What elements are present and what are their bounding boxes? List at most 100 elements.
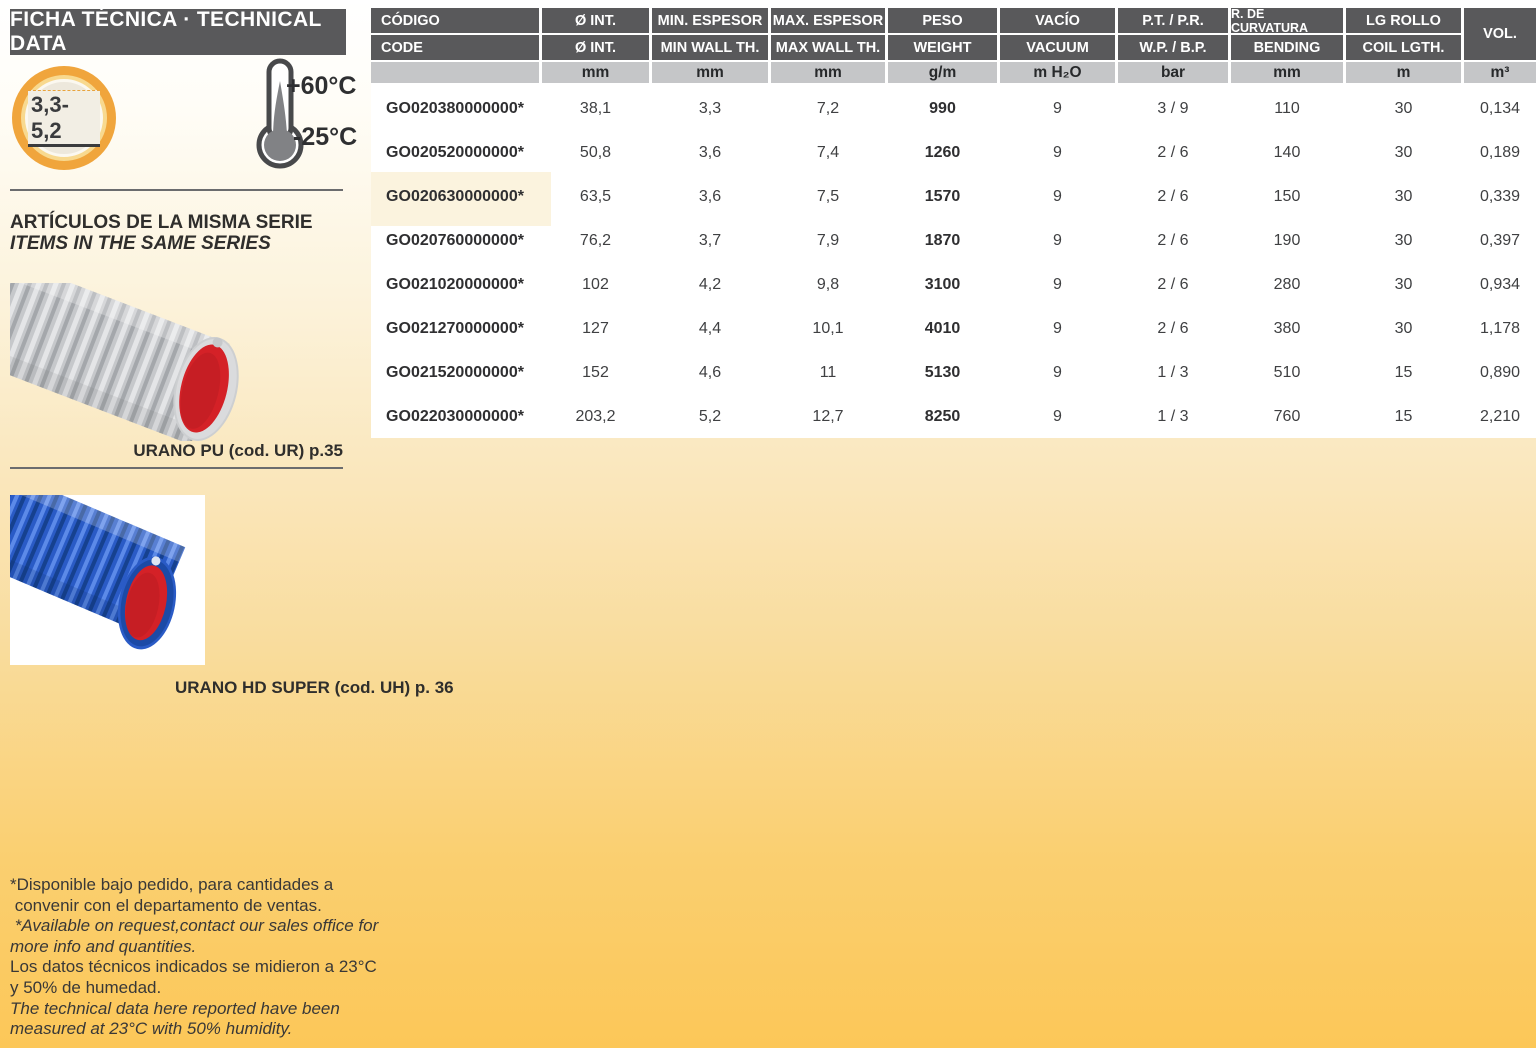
cell-pressure: 2 / 6 — [1118, 307, 1228, 351]
col-header-en: VACUUM — [1000, 35, 1115, 60]
cell-max-wall: 7,2 — [771, 87, 885, 131]
cell-min-wall: 3,6 — [652, 131, 768, 175]
cell-bending: 760 — [1231, 395, 1343, 439]
cell-vacuum: 9 — [1000, 263, 1115, 307]
cell-bending: 110 — [1231, 87, 1343, 131]
col-header-en: MAX WALL TH. — [771, 35, 885, 60]
cell-coil-length: 30 — [1346, 263, 1461, 307]
cell-weight: 4010 — [888, 307, 997, 351]
footnote-line: convenir con el departamento de ventas. — [10, 896, 370, 917]
cell-max-wall: 11 — [771, 351, 885, 395]
divider-line — [10, 467, 343, 469]
cell-coil-length: 30 — [1346, 175, 1461, 219]
cell-code: GO022030000000* — [371, 395, 539, 439]
cell-diameter: 203,2 — [542, 395, 649, 439]
series-title-es: ARTÍCULOS DE LA MISMA SERIE — [10, 212, 313, 233]
col-header-es: VACÍO — [1000, 8, 1115, 33]
col-unit: m³ — [1464, 62, 1536, 83]
cell-diameter: 102 — [542, 263, 649, 307]
cell-min-wall: 4,4 — [652, 307, 768, 351]
cell-vacuum: 9 — [1000, 351, 1115, 395]
cell-volume: 0,397 — [1464, 219, 1536, 263]
temp-min-label: -25°C — [293, 123, 357, 152]
cell-vacuum: 9 — [1000, 395, 1115, 439]
col-header-es: Ø INT. — [542, 8, 649, 33]
col-unit: m H₂O — [1000, 62, 1115, 83]
page-title-bar: FICHA TÉCNICA · TECHNICAL DATA — [10, 9, 346, 55]
product-caption-urano-hd: URANO HD SUPER (cod. UH) p. 36 — [175, 678, 454, 698]
cell-coil-length: 30 — [1346, 219, 1461, 263]
cell-volume: 0,134 — [1464, 87, 1536, 131]
cell-volume: 0,934 — [1464, 263, 1536, 307]
footnote-line: y 50% de humedad. — [10, 978, 370, 999]
col-header-en: WEIGHT — [888, 35, 997, 60]
footnote-line: measured at 23°C with 50% humidity. — [10, 1019, 370, 1040]
cell-diameter: 38,1 — [542, 87, 649, 131]
cell-diameter: 63,5 — [542, 175, 649, 219]
cell-vacuum: 9 — [1000, 87, 1115, 131]
cell-max-wall: 10,1 — [771, 307, 885, 351]
table-body: GO020380000000*38,13,37,299093 / 9110300… — [371, 87, 1536, 439]
cell-diameter: 127 — [542, 307, 649, 351]
cell-min-wall: 3,7 — [652, 219, 768, 263]
cell-coil-length: 15 — [1346, 351, 1461, 395]
cell-min-wall: 3,3 — [652, 87, 768, 131]
cell-diameter: 50,8 — [542, 131, 649, 175]
col-header-es: CÓDIGO — [371, 8, 539, 33]
cell-bending: 510 — [1231, 351, 1343, 395]
col-header-vol: VOL. — [1464, 8, 1536, 60]
cell-weight: 990 — [888, 87, 997, 131]
cell-vacuum: 9 — [1000, 131, 1115, 175]
col-header-en: Ø INT. — [542, 35, 649, 60]
cell-pressure: 2 / 6 — [1118, 175, 1228, 219]
cell-max-wall: 7,4 — [771, 131, 885, 175]
temp-max-label: +60°C — [286, 72, 356, 101]
product-caption-urano-pu: URANO PU (cod. UR) p.35 — [10, 441, 343, 461]
table-header: CÓDIGO Ø INT. MIN. ESPESOR MAX. ESPESOR … — [371, 8, 1536, 83]
col-unit: g/m — [888, 62, 997, 83]
cell-weight: 1870 — [888, 219, 997, 263]
wall-thickness-badge: 3,3-5,2 — [12, 66, 116, 170]
cell-coil-length: 30 — [1346, 307, 1461, 351]
footnote-line: *Available on request,contact our sales … — [10, 916, 370, 937]
footnotes: *Disponible bajo pedido, para cantidades… — [10, 875, 370, 1040]
cell-min-wall: 5,2 — [652, 395, 768, 439]
cell-volume: 0,890 — [1464, 351, 1536, 395]
cell-pressure: 2 / 6 — [1118, 219, 1228, 263]
col-unit: mm — [542, 62, 649, 83]
cell-coil-length: 30 — [1346, 87, 1461, 131]
col-unit: mm — [652, 62, 768, 83]
cell-volume: 0,189 — [1464, 131, 1536, 175]
cell-volume: 0,339 — [1464, 175, 1536, 219]
badge-label: 3,3-5,2 — [28, 90, 100, 147]
col-header-en: BENDING — [1231, 35, 1343, 60]
cell-pressure: 2 / 6 — [1118, 263, 1228, 307]
cell-code: GO020380000000* — [371, 87, 539, 131]
cell-weight: 1570 — [888, 175, 997, 219]
cell-coil-length: 30 — [1346, 131, 1461, 175]
col-header-es: R. DE CURVATURA — [1231, 8, 1343, 33]
cell-diameter: 152 — [542, 351, 649, 395]
cell-code: GO020760000000* — [371, 219, 539, 263]
badge-ring: 3,3-5,2 — [21, 75, 107, 161]
col-header-es: MIN. ESPESOR — [652, 8, 768, 33]
col-unit: m — [1346, 62, 1461, 83]
col-header-en: COIL LGTH. — [1346, 35, 1461, 60]
cell-volume: 2,210 — [1464, 395, 1536, 439]
footnote-line: more info and quantities. — [10, 937, 370, 958]
product-image-box — [10, 495, 205, 665]
cell-diameter: 76,2 — [542, 219, 649, 263]
cell-weight: 5130 — [888, 351, 997, 395]
divider-line — [10, 189, 343, 191]
badge-inner: 3,3-5,2 — [25, 79, 103, 157]
cell-code: GO021520000000* — [371, 351, 539, 395]
col-header-es: MAX. ESPESOR — [771, 8, 885, 33]
cell-volume: 1,178 — [1464, 307, 1536, 351]
cell-coil-length: 15 — [1346, 395, 1461, 439]
cell-min-wall: 4,2 — [652, 263, 768, 307]
col-header-en: W.P. / B.P. — [1118, 35, 1228, 60]
footnote-line: *Disponible bajo pedido, para cantidades… — [10, 875, 370, 896]
cell-bending: 380 — [1231, 307, 1343, 351]
cell-min-wall: 3,6 — [652, 175, 768, 219]
footnote-line: The technical data here reported have be… — [10, 999, 370, 1020]
